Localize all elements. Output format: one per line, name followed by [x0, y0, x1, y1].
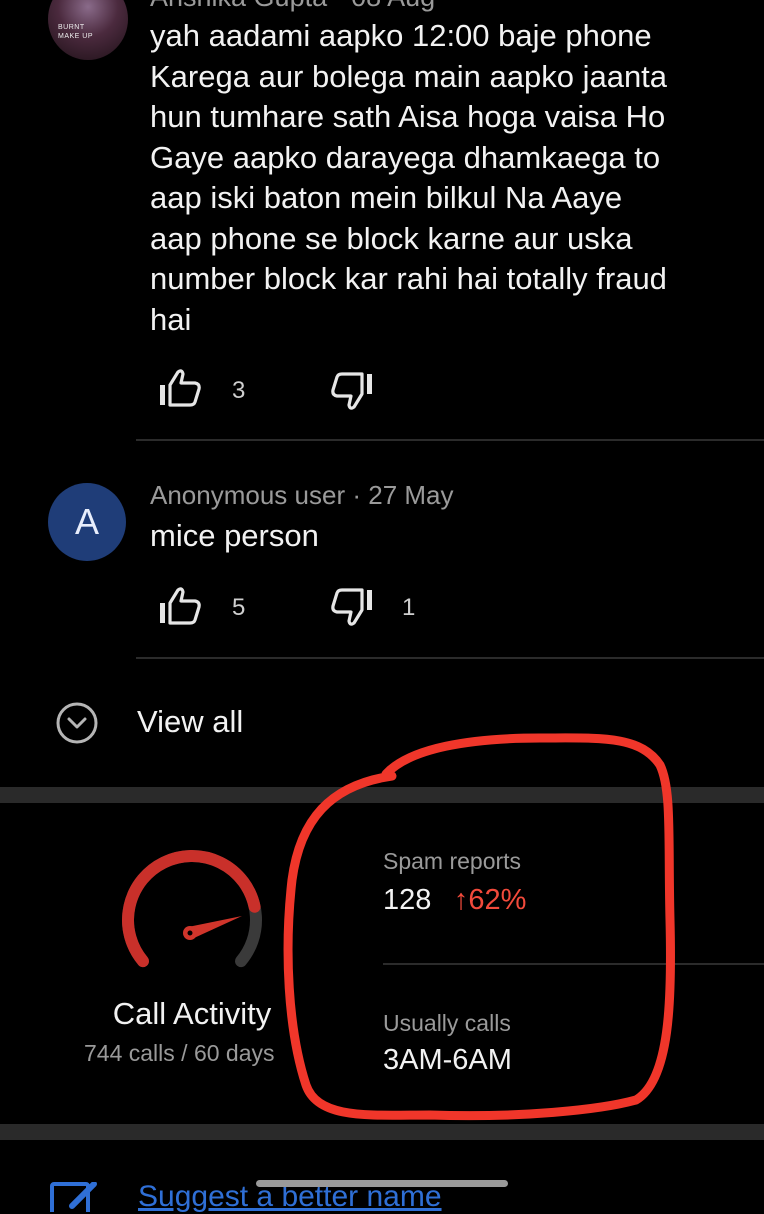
section-separator	[0, 787, 764, 803]
like-button[interactable]	[156, 364, 204, 417]
dislike-button[interactable]	[328, 368, 376, 421]
commenter-avatar[interactable]: BURNT MAKE UP	[48, 0, 128, 60]
spam-reports-change: 62%	[468, 884, 527, 916]
gauge-hub-center	[187, 930, 193, 936]
like-count: 3	[232, 377, 246, 404]
like-count: 5	[232, 594, 246, 621]
divider	[136, 439, 764, 441]
divider	[383, 963, 764, 965]
spam-reports-label: Spam reports	[383, 848, 522, 874]
thumbs-down-icon	[331, 372, 372, 410]
chevron-down-circle-icon	[56, 702, 98, 744]
comment-text: mice person	[150, 518, 319, 553]
commenter-avatar[interactable]: A	[48, 483, 126, 561]
view-all-label: View all	[137, 704, 244, 739]
avatar-overlay-text: BURNT	[58, 24, 85, 31]
thumbs-down-icon	[331, 588, 372, 626]
navigation-handle[interactable]	[256, 1180, 508, 1187]
section-separator	[0, 1124, 764, 1140]
avatar-overlay-text: MAKE UP	[58, 33, 94, 40]
comment-text: yah aadami aapko 12:00 baje phone Karega…	[150, 16, 750, 340]
dislike-button[interactable]	[328, 584, 376, 637]
thumbs-up-icon	[160, 369, 201, 407]
comment-line: hai	[150, 301, 192, 337]
usually-calls-value: 3AM-6AM	[383, 1044, 512, 1076]
view-all-button[interactable]: View all	[40, 690, 300, 756]
comment-line: hun tumhare sath Aisa hoga vaisa Ho	[150, 99, 666, 134]
comment-line: aap iski baton mein bilkul Na Aaye	[150, 180, 623, 215]
call-activity-gauge	[122, 850, 262, 968]
gauge-fill	[122, 850, 261, 968]
comment-author-meta: Anonymous user · 27 May	[150, 480, 454, 511]
spam-reports-row: 128 ↑62%	[383, 884, 526, 917]
comment-line: Karega aur bolega main aapko jaanta	[150, 58, 668, 94]
meta-separator: ·	[352, 480, 362, 510]
comment-line: yah aadami aapko 12:00 baje phone	[150, 18, 652, 53]
edit-icon	[50, 1182, 97, 1212]
dislike-count: 1	[402, 594, 416, 621]
call-activity-title: Call Activity	[112, 996, 272, 1031]
comment-line: Gaye aapko darayega dhamkaega to	[150, 139, 661, 175]
comment-date: 27 May	[368, 480, 454, 510]
divider	[136, 657, 764, 659]
spam-reports-value: 128	[383, 884, 432, 916]
usually-calls-label: Usually calls	[383, 1010, 511, 1036]
like-button[interactable]	[156, 582, 204, 635]
call-activity-subtitle: 744 calls / 60 days	[84, 1040, 275, 1066]
comment-author-meta: Anshika Gupta · 08 Aug	[150, 0, 435, 13]
thumbs-up-icon	[160, 587, 201, 625]
comment-line: number block kar rahi hai totally fraud	[150, 261, 667, 296]
comment-line: aap phone se block karne aur uska	[150, 220, 633, 256]
comment-author: Anonymous user	[150, 480, 346, 510]
arrow-up-icon: ↑	[453, 884, 469, 916]
